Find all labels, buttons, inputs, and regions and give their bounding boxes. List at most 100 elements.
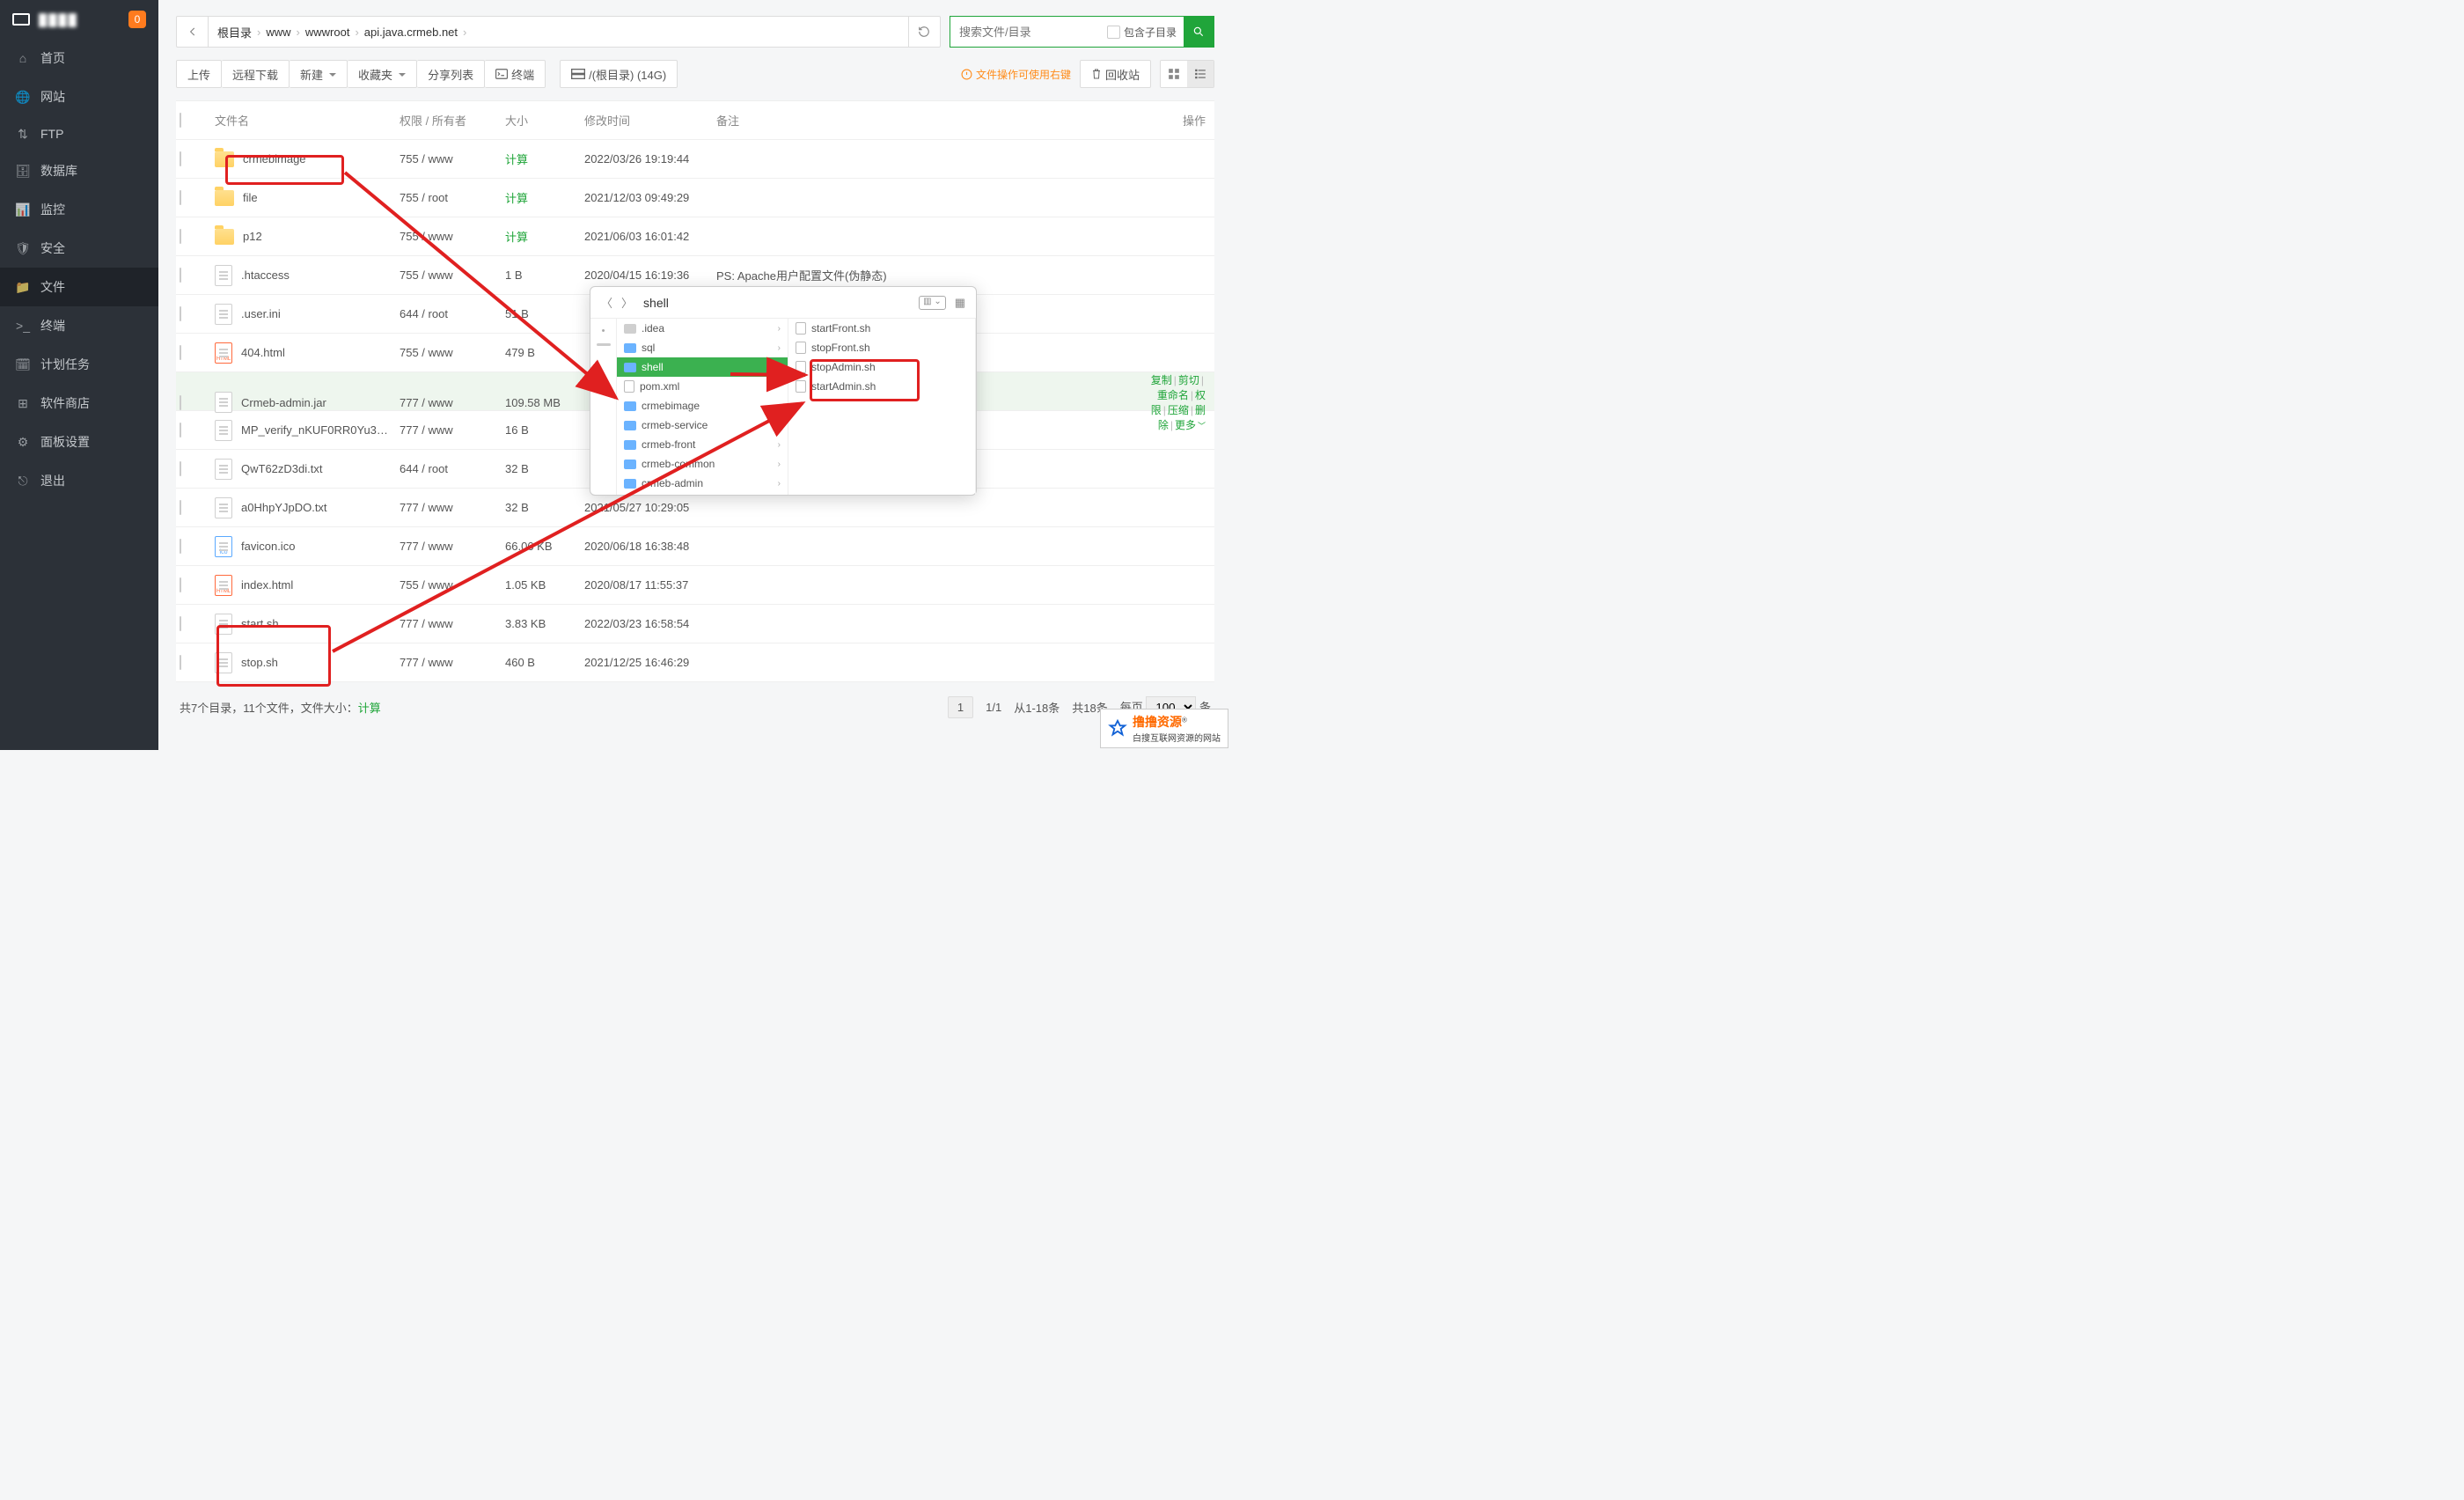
sidebar-item-10[interactable]: ⚙面板设置	[0, 423, 158, 461]
refresh-button[interactable]	[908, 17, 940, 47]
col-mtime[interactable]: 修改时间	[584, 112, 716, 129]
file-icon	[215, 420, 232, 441]
search-input[interactable]	[950, 26, 1100, 39]
file-icon	[624, 380, 634, 393]
breadcrumb-seg[interactable]: 根目录	[217, 24, 252, 40]
select-all-checkbox[interactable]	[180, 113, 181, 128]
row-checkbox[interactable]	[180, 395, 181, 410]
col-perm[interactable]: 权限 / 所有者	[400, 112, 505, 129]
row-checkbox[interactable]	[180, 655, 181, 670]
row-op[interactable]: 剪切	[1178, 374, 1199, 386]
sidebar-item-6[interactable]: 📁文件	[0, 268, 158, 306]
breadcrumb-seg[interactable]: wwwroot	[305, 26, 350, 39]
new-button[interactable]: 新建	[290, 60, 348, 88]
table-row[interactable]: crmebimage 755 / www 计算 2022/03/26 19:19…	[176, 140, 1214, 179]
finder-item[interactable]: crmebimage›	[617, 396, 788, 415]
finder-fwd-icon[interactable]: 〉	[621, 294, 633, 311]
sidebar: ████ 0 ⌂首页🌐网站⇅FTP🗄数据库📊监控🛡安全📁文件>_终端🗓计划任务⊞…	[0, 0, 158, 750]
sidebar-item-8[interactable]: 🗓计划任务	[0, 345, 158, 384]
grid-view-button[interactable]	[1161, 61, 1187, 87]
finder-item[interactable]: crmeb-common›	[617, 454, 788, 474]
table-row[interactable]: p12 755 / www 计算 2021/06/03 16:01:42	[176, 217, 1214, 256]
row-op[interactable]: 压缩	[1168, 404, 1189, 416]
row-mtime: 2022/03/26 19:19:44	[584, 152, 716, 165]
col-size[interactable]: 大小	[505, 112, 584, 129]
row-name: QwT62zD3di.txt	[241, 462, 322, 475]
upload-button[interactable]: 上传	[176, 60, 222, 88]
table-row[interactable]: favicon.ico 777 / www 66.06 KB 2020/06/1…	[176, 527, 1214, 566]
search-button[interactable]	[1184, 17, 1214, 47]
folder-icon	[215, 190, 234, 206]
favorites-button[interactable]: 收藏夹	[348, 60, 417, 88]
row-checkbox[interactable]	[180, 539, 181, 554]
table-row[interactable]: file 755 / root 计算 2021/12/03 09:49:29	[176, 179, 1214, 217]
col-note[interactable]: 备注	[716, 112, 1149, 129]
finder-item-label: shell	[642, 361, 664, 373]
row-checkbox[interactable]	[180, 306, 181, 321]
row-op-more[interactable]: 更多	[1175, 419, 1206, 431]
col-name[interactable]: 文件名	[215, 112, 400, 129]
include-subdir-checkbox[interactable]: 包含子目录	[1100, 25, 1184, 40]
share-list-button[interactable]: 分享列表	[417, 60, 485, 88]
finder-grid-icon[interactable]: ▦	[955, 296, 965, 310]
row-checkbox[interactable]	[180, 577, 181, 592]
remote-download-button[interactable]: 远程下载	[222, 60, 290, 88]
finder-item[interactable]: stopAdmin.sh	[788, 357, 975, 377]
sidebar-item-11[interactable]: ⎋退出	[0, 461, 158, 500]
nav-back-button[interactable]	[177, 17, 209, 47]
finder-item[interactable]: shell›	[617, 357, 788, 377]
sidebar-item-2[interactable]: ⇅FTP	[0, 116, 158, 151]
finder-item[interactable]: crmeb-admin›	[617, 474, 788, 493]
finder-item[interactable]: .idea›	[617, 319, 788, 338]
finder-columns-icon[interactable]: ▥ ⌄	[919, 296, 946, 310]
sidebar-item-9[interactable]: ⊞软件商店	[0, 384, 158, 423]
row-checkbox[interactable]	[180, 268, 181, 283]
sidebar-item-5[interactable]: 🛡安全	[0, 229, 158, 268]
finder-col-right: startFront.shstopFront.shstopAdmin.shsta…	[788, 319, 976, 495]
folder-icon	[624, 479, 636, 489]
table-row[interactable]: stop.sh 777 / www 460 B 2021/12/25 16:46…	[176, 643, 1214, 682]
sidebar-item-1[interactable]: 🌐网站	[0, 77, 158, 116]
row-checkbox[interactable]	[180, 423, 181, 438]
finder-item[interactable]: startAdmin.sh	[788, 377, 975, 396]
row-size: 460 B	[505, 656, 584, 669]
sidebar-item-4[interactable]: 📊监控	[0, 190, 158, 229]
row-checkbox[interactable]	[180, 500, 181, 515]
recycle-bin-button[interactable]: 回收站	[1080, 60, 1151, 88]
row-checkbox[interactable]	[180, 190, 181, 205]
pager-current[interactable]: 1	[948, 696, 973, 718]
sidebar-item-3[interactable]: 🗄数据库	[0, 151, 158, 190]
row-perm: 777 / www	[400, 656, 505, 669]
row-checkbox[interactable]	[180, 151, 181, 166]
list-view-button[interactable]	[1187, 61, 1214, 87]
finder-back-icon[interactable]: 〈	[601, 294, 612, 311]
finder-item[interactable]: crmeb-front›	[617, 435, 788, 454]
finder-item[interactable]: stopFront.sh	[788, 338, 975, 357]
row-checkbox[interactable]	[180, 616, 181, 631]
sidebar-label: 首页	[40, 49, 65, 67]
finder-item[interactable]: sql›	[617, 338, 788, 357]
row-name: favicon.ico	[241, 540, 295, 553]
row-checkbox[interactable]	[180, 229, 181, 244]
finder-item[interactable]: startFront.sh	[788, 319, 975, 338]
finder-item[interactable]: crmeb-service›	[617, 415, 788, 435]
row-size: 479 B	[505, 346, 584, 359]
row-checkbox[interactable]	[180, 461, 181, 476]
finder-col-mid: .idea›sql›shell›pom.xmlcrmebimage›crmeb-…	[617, 319, 788, 495]
row-checkbox[interactable]	[180, 345, 181, 360]
row-op[interactable]: 重命名	[1157, 389, 1189, 401]
file-icon	[215, 652, 232, 673]
sidebar-item-7[interactable]: >_终端	[0, 306, 158, 345]
breadcrumb-seg[interactable]: www	[266, 26, 290, 39]
col-ops: 操作	[1149, 112, 1211, 129]
row-op[interactable]: 复制	[1151, 374, 1172, 386]
disk-selector[interactable]: /(根目录) (14G)	[560, 60, 678, 88]
table-row[interactable]: start.sh 777 / www 3.83 KB 2022/03/23 16…	[176, 605, 1214, 643]
breadcrumb-seg[interactable]: api.java.crmeb.net	[364, 26, 458, 39]
table-row[interactable]: index.html 755 / www 1.05 KB 2020/08/17 …	[176, 566, 1214, 605]
finder-item-label: .idea	[642, 322, 664, 335]
notification-badge[interactable]: 0	[128, 11, 146, 28]
finder-item[interactable]: pom.xml	[617, 377, 788, 396]
sidebar-item-0[interactable]: ⌂首页	[0, 39, 158, 77]
terminal-button[interactable]: 终端	[485, 60, 546, 88]
